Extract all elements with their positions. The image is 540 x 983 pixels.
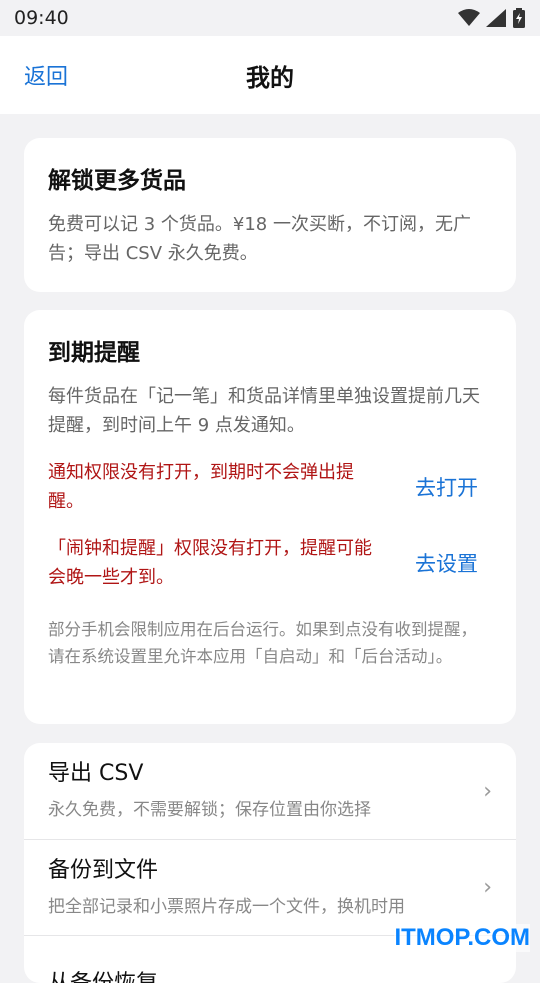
alarm-settings-button[interactable]: 去设置 [415, 548, 478, 578]
back-button[interactable]: 返回 [24, 36, 68, 114]
status-time: 09:40 [14, 7, 69, 29]
reminder-description: 每件货品在「记一笔」和货品详情里单独设置提前几天提醒，到时间上午 9 点发通知。 [48, 382, 492, 440]
page-title: 我的 [246, 58, 294, 93]
watermark-logo: ITMOP.COM [394, 924, 530, 952]
chevron-right-icon: › [483, 875, 492, 900]
open-notification-button[interactable]: 去打开 [415, 472, 478, 502]
wifi-icon [458, 9, 480, 27]
unlock-title: 解锁更多货品 [48, 164, 492, 198]
reminder-title: 到期提醒 [48, 336, 492, 370]
notification-warning-text: 通知权限没有打开，到期时不会弹出提醒。 [48, 458, 388, 516]
signal-icon [486, 9, 506, 27]
unlock-card[interactable]: 解锁更多货品 免费可以记 3 个货品。¥18 一次买断，不订阅，无广告；导出 C… [24, 138, 516, 292]
status-bar: 09:40 [0, 0, 540, 36]
unlock-description: 免费可以记 3 个货品。¥18 一次买断，不订阅，无广告；导出 CSV 永久免费… [48, 210, 492, 268]
background-note: 部分手机会限制应用在后台运行。如果到点没有收到提醒，请在系统设置里允许本应用「自… [48, 616, 492, 670]
nav-bar: 返回 我的 [0, 36, 540, 114]
status-icons [458, 8, 526, 28]
chevron-right-icon: › [483, 779, 492, 804]
alarm-permission-warning: 「闹钟和提醒」权限没有打开，提醒可能会晚一些才到。 去设置 [48, 534, 492, 592]
reminder-card: 到期提醒 每件货品在「记一笔」和货品详情里单独设置提前几天提醒，到时间上午 9 … [24, 310, 516, 724]
export-csv-title: 导出 CSV [48, 759, 371, 789]
backup-subtitle: 把全部记录和小票照片存成一个文件，换机时用 [48, 894, 405, 920]
export-csv-subtitle: 永久免费，不需要解锁；保存位置由你选择 [48, 797, 371, 823]
alarm-warning-text: 「闹钟和提醒」权限没有打开，提醒可能会晚一些才到。 [48, 534, 388, 592]
battery-charging-icon [512, 8, 526, 28]
backup-title: 备份到文件 [48, 856, 405, 886]
restore-title: 从备份恢复 [48, 969, 158, 983]
list-item-export-csv[interactable]: 导出 CSV 永久免费，不需要解锁；保存位置由你选择 › [24, 743, 516, 839]
notification-permission-warning: 通知权限没有打开，到期时不会弹出提醒。 去打开 [48, 458, 492, 516]
list-item-backup[interactable]: 备份到文件 把全部记录和小票照片存成一个文件，换机时用 › [24, 839, 516, 935]
